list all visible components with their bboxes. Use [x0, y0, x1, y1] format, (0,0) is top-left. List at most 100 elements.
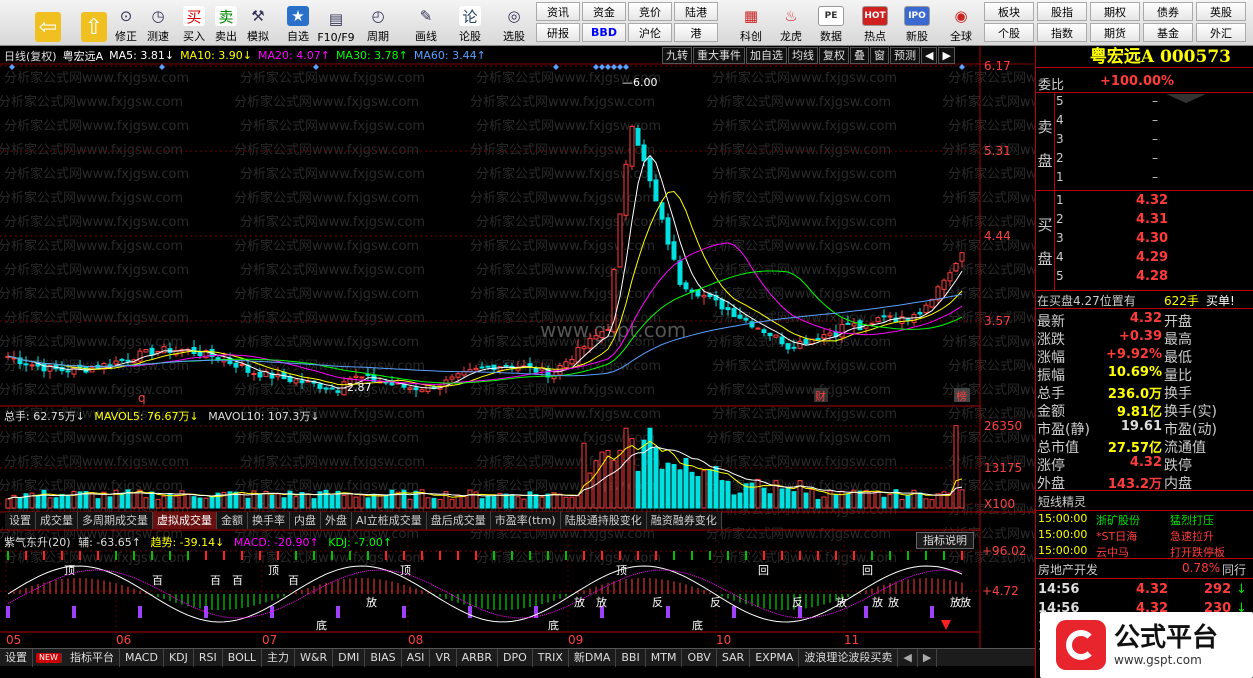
header-tab-均线[interactable]: 均线	[788, 47, 818, 64]
header-tab-重大事件[interactable]: 重大事件	[693, 47, 745, 64]
grid1-港[interactable]: 港	[674, 23, 718, 42]
period-label[interactable]: 日线(复权)	[4, 48, 57, 64]
sub-tab-设置[interactable]: 设置	[5, 512, 36, 529]
header-tab-叠[interactable]: 叠	[850, 47, 869, 64]
sub-tab-AI立桩成交量[interactable]: AI立桩成交量	[352, 512, 427, 529]
indicator-tab-主力[interactable]: 主力	[262, 648, 296, 667]
f10-button[interactable]: ▤ F10/F9	[317, 2, 354, 44]
indicator-tab-波浪理论波段买卖[interactable]: 波浪理论波段买卖	[799, 648, 899, 667]
candle-body	[641, 144, 647, 162]
indicator-tab-SAR[interactable]: SAR	[717, 648, 751, 667]
indicator-tab-DMI[interactable]: DMI	[333, 648, 366, 667]
grid1-资讯[interactable]: 资讯	[536, 2, 580, 21]
grid1-沪伦[interactable]: 沪伦	[628, 23, 672, 42]
sub-tab-内盘[interactable]: 内盘	[290, 512, 321, 529]
grid1-资金[interactable]: 资金	[582, 2, 626, 21]
sub-tab-陆股通持股变化[interactable]: 陆股通持股变化	[560, 512, 647, 529]
indicator-tab-OBV[interactable]: OBV	[682, 648, 717, 667]
scroll-left-icon[interactable]: ◀	[921, 47, 938, 64]
indicator-tab-设置[interactable]: 设置	[0, 648, 33, 667]
tabs-scroll-left-icon[interactable]: ◀	[898, 648, 918, 667]
sub-tab-多周期成交量[interactable]: 多周期成交量	[78, 512, 153, 529]
indicator-tab-ARBR[interactable]: ARBR	[457, 648, 498, 667]
sub-tab-市盈率(ttm)[interactable]: 市盈率(ttm)	[490, 512, 561, 529]
grid1-竞价[interactable]: 竞价	[628, 2, 672, 21]
news-stock[interactable]: *ST日海	[1096, 528, 1137, 544]
kline-chart-area[interactable]: 分析家公式网www.fxjgsw.com 分析家公式网www.fxjgsw.com…	[0, 46, 1035, 648]
header-tab-九转[interactable]: 九转	[662, 47, 692, 64]
up-button[interactable]: ⇧	[80, 2, 108, 44]
candle-body	[881, 315, 887, 318]
volume-bar	[641, 439, 647, 509]
grid2-板块[interactable]: 板块	[984, 2, 1034, 21]
back-button[interactable]: ⇦	[34, 2, 62, 44]
indicator-tab-RSI[interactable]: RSI	[194, 648, 223, 667]
sub-tab-换手率[interactable]: 换手率	[248, 512, 290, 529]
sub-tab-盘后成交量[interactable]: 盘后成交量	[426, 512, 491, 529]
indicator-tab-EXPMA[interactable]: EXPMA	[750, 648, 800, 667]
cesu-button[interactable]: ◷ 测速	[140, 2, 176, 44]
lungu-button[interactable]: 论论股	[452, 2, 488, 44]
grid2-债券[interactable]: 债券	[1143, 2, 1193, 21]
indicator-tab-KDJ[interactable]: KDJ	[164, 648, 194, 667]
indicator-tab-TRIX[interactable]: TRIX	[533, 648, 569, 667]
grid2-英股[interactable]: 英股	[1196, 2, 1246, 21]
signal-label-fan: 反	[710, 596, 721, 609]
grid2-期货[interactable]: 期货	[1090, 23, 1140, 42]
grid1-研报[interactable]: 研报	[536, 23, 580, 42]
sub-tab-虚拟成交量[interactable]: 虚拟成交量	[153, 512, 217, 529]
xingu-button[interactable]: IPO 新股	[898, 2, 936, 44]
simulate-label: 模拟	[247, 30, 269, 43]
sell-button[interactable]: 卖卖出	[208, 2, 244, 44]
header-tab-加自选[interactable]: 加自选	[746, 47, 787, 64]
zixuan-button[interactable]: ★ 自选	[280, 2, 316, 44]
indicator-tab-W&R[interactable]: W&R	[295, 648, 334, 667]
collapse-arrow-icon[interactable]	[1166, 94, 1206, 103]
zhouqi-button[interactable]: ◴ 周期	[360, 2, 396, 44]
quanqiu-button[interactable]: ◉ 全球	[942, 2, 980, 44]
sub-tab-外盘[interactable]: 外盘	[321, 512, 352, 529]
indicator-tab-BIAS[interactable]: BIAS	[365, 648, 402, 667]
sub-tab-融资融券变化[interactable]: 融资融券变化	[646, 512, 722, 529]
indicator-tab-MTM[interactable]: MTM	[646, 648, 683, 667]
grid2-个股[interactable]: 个股	[984, 23, 1034, 42]
sector-more[interactable]: 同行	[1222, 561, 1246, 578]
indicator-tab-BBI[interactable]: BBI	[616, 648, 646, 667]
simulate-button[interactable]: ⚒ 模拟	[240, 2, 276, 44]
grid1-陆港[interactable]: 陆港	[674, 2, 718, 21]
grid2-基金[interactable]: 基金	[1143, 23, 1193, 42]
indicator-tab-VR[interactable]: VR	[430, 648, 457, 667]
xuangu-button[interactable]: ◎ 选股	[496, 2, 532, 44]
grid1-BBD[interactable]: BBD	[582, 23, 626, 42]
huaxian-button[interactable]: ✎ 画线	[408, 2, 444, 44]
shuju-button[interactable]: PE 数据	[812, 2, 850, 44]
buy-button[interactable]: 买买入	[176, 2, 212, 44]
quote-label: 涨跌	[1037, 332, 1065, 348]
sub-tab-金额[interactable]: 金额	[217, 512, 248, 529]
indicator-name[interactable]: 紫气东升(20)	[4, 536, 71, 549]
kechuang-button[interactable]: ▦ 科创	[732, 2, 770, 44]
xiuzheng-button[interactable]: ⊙ 修正	[108, 2, 144, 44]
sector-name[interactable]: 房地产开发	[1038, 561, 1098, 578]
indicator-tab-MACD[interactable]: MACD	[120, 648, 164, 667]
grid2-股指[interactable]: 股指	[1037, 2, 1087, 21]
header-tab-预测[interactable]: 预测	[890, 47, 920, 64]
news-stock[interactable]: 浙矿股份	[1096, 512, 1140, 528]
indicator-explain-button[interactable]: 指标说明	[916, 532, 974, 549]
indicator-tab-新DMA[interactable]: 新DMA	[569, 648, 617, 667]
sub-tab-成交量[interactable]: 成交量	[36, 512, 78, 529]
header-tab-复权[interactable]: 复权	[819, 47, 849, 64]
tabs-scroll-right-icon[interactable]: ▶	[918, 648, 938, 667]
indicator-tab-指标平台[interactable]: 指标平台	[65, 648, 120, 667]
indicator-tab-BOLL[interactable]: BOLL	[223, 648, 263, 667]
grid2-期权[interactable]: 期权	[1090, 2, 1140, 21]
indicator-tab-DPO[interactable]: DPO	[498, 648, 533, 667]
header-tab-窗[interactable]: 窗	[870, 47, 889, 64]
longhu-button[interactable]: ♨ 龙虎	[772, 2, 810, 44]
grid2-指数[interactable]: 指数	[1037, 23, 1087, 42]
redian-button[interactable]: HOT 热点	[856, 2, 894, 44]
indicator-tab-ASI[interactable]: ASI	[402, 648, 431, 667]
scroll-right-icon[interactable]: ▶	[938, 47, 955, 64]
grid2-外汇[interactable]: 外汇	[1196, 23, 1246, 42]
news-stock[interactable]: 云中马	[1096, 544, 1129, 560]
